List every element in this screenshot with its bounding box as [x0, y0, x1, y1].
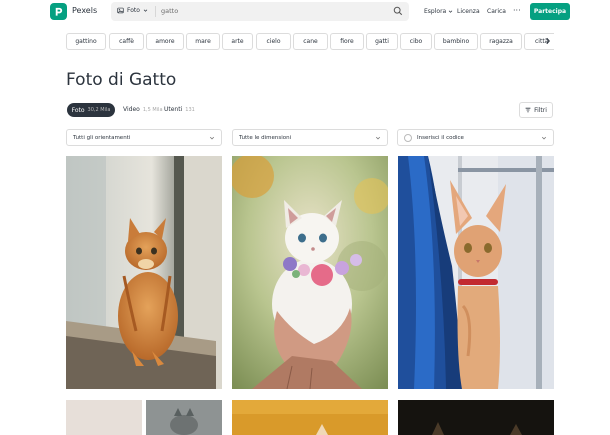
tab-photos[interactable]: Foto 30,2 Mila: [67, 103, 115, 117]
nav-explore-label: Esplora: [424, 8, 447, 15]
tab-users-count: 131: [185, 107, 195, 113]
photo-cat-dark-bg[interactable]: [398, 400, 554, 435]
tag-chip[interactable]: mare: [186, 33, 220, 50]
more-options-icon[interactable]: ···: [513, 6, 521, 15]
chevron-down-icon: [143, 9, 148, 12]
tag-chip[interactable]: caffè: [109, 33, 144, 50]
tag-chip[interactable]: bambino: [434, 33, 478, 50]
tag-chip[interactable]: arte: [222, 33, 253, 50]
photo-cat-blue-curtain[interactable]: [398, 156, 554, 389]
tab-videos-count: 1,5 Mila: [142, 107, 163, 113]
size-dropdown[interactable]: Tutte le dimensioni: [232, 129, 388, 146]
photo-white-kitten-flowers[interactable]: [232, 156, 388, 389]
tag-chip[interactable]: amore: [146, 33, 184, 50]
brand-name[interactable]: Pexels: [72, 6, 97, 15]
tag-chip[interactable]: cielo: [256, 33, 291, 50]
tag-chip[interactable]: gatti: [366, 33, 398, 50]
orientation-dropdown[interactable]: Tutti gli orientamenti: [66, 129, 222, 146]
filters-button[interactable]: Filtri: [519, 102, 553, 118]
color-dropdown[interactable]: Inserisci il codice: [397, 129, 554, 146]
search-divider: [155, 6, 156, 17]
chevron-right-icon[interactable]: [545, 37, 551, 45]
tab-users-label: Utenti: [164, 106, 183, 113]
nav-license[interactable]: Licenza: [457, 8, 480, 15]
tab-photos-count: 30,2 Mila: [87, 107, 111, 113]
search-type-label: Foto: [127, 7, 140, 14]
photo-cat-yellow-bg[interactable]: [232, 400, 388, 435]
size-value: Tutte le dimensioni: [239, 135, 292, 141]
chevron-down-icon: [541, 136, 547, 140]
related-tags: gattino caffè amore mare arte cielo cane…: [66, 33, 554, 51]
color-input[interactable]: Inserisci il codice: [417, 135, 464, 141]
tab-users[interactable]: Utenti 131: [164, 106, 195, 113]
filters-label: Filtri: [534, 106, 547, 114]
image-icon: [117, 7, 124, 14]
photo-orange-cat-window[interactable]: [66, 156, 222, 389]
join-button[interactable]: Partecipa: [530, 3, 570, 20]
pexels-logo-icon[interactable]: [50, 3, 67, 20]
page-title: Foto di Gatto: [66, 70, 177, 90]
nav-explore[interactable]: Esplora: [424, 8, 453, 15]
nav-upload[interactable]: Carica: [487, 8, 506, 15]
tab-photos-label: Foto: [71, 106, 85, 114]
filter-icon: [525, 107, 531, 113]
photo-cat-indoor[interactable]: [66, 400, 222, 435]
tag-chip[interactable]: cane: [293, 33, 328, 50]
chevron-down-icon: [209, 136, 215, 140]
tag-chip[interactable]: fiore: [330, 33, 364, 50]
tag-chip[interactable]: cibo: [400, 33, 432, 50]
orientation-value: Tutti gli orientamenti: [73, 135, 131, 141]
search-icon[interactable]: [393, 6, 403, 16]
tag-chip[interactable]: ragazza: [480, 33, 522, 50]
color-swatch-icon: [404, 134, 412, 142]
search-input[interactable]: gatto: [161, 7, 178, 15]
tab-videos-label: Video: [123, 106, 140, 113]
top-nav: Pexels Foto gatto Esplora Licenza Carica…: [0, 0, 610, 26]
search-bar: Foto gatto: [111, 2, 409, 21]
search-type-select[interactable]: Foto: [117, 7, 148, 14]
tag-chip[interactable]: gattino: [66, 33, 106, 50]
chevron-down-icon: [448, 10, 453, 13]
chevron-down-icon: [375, 136, 381, 140]
tab-videos[interactable]: Video 1,5 Mila: [123, 106, 163, 113]
